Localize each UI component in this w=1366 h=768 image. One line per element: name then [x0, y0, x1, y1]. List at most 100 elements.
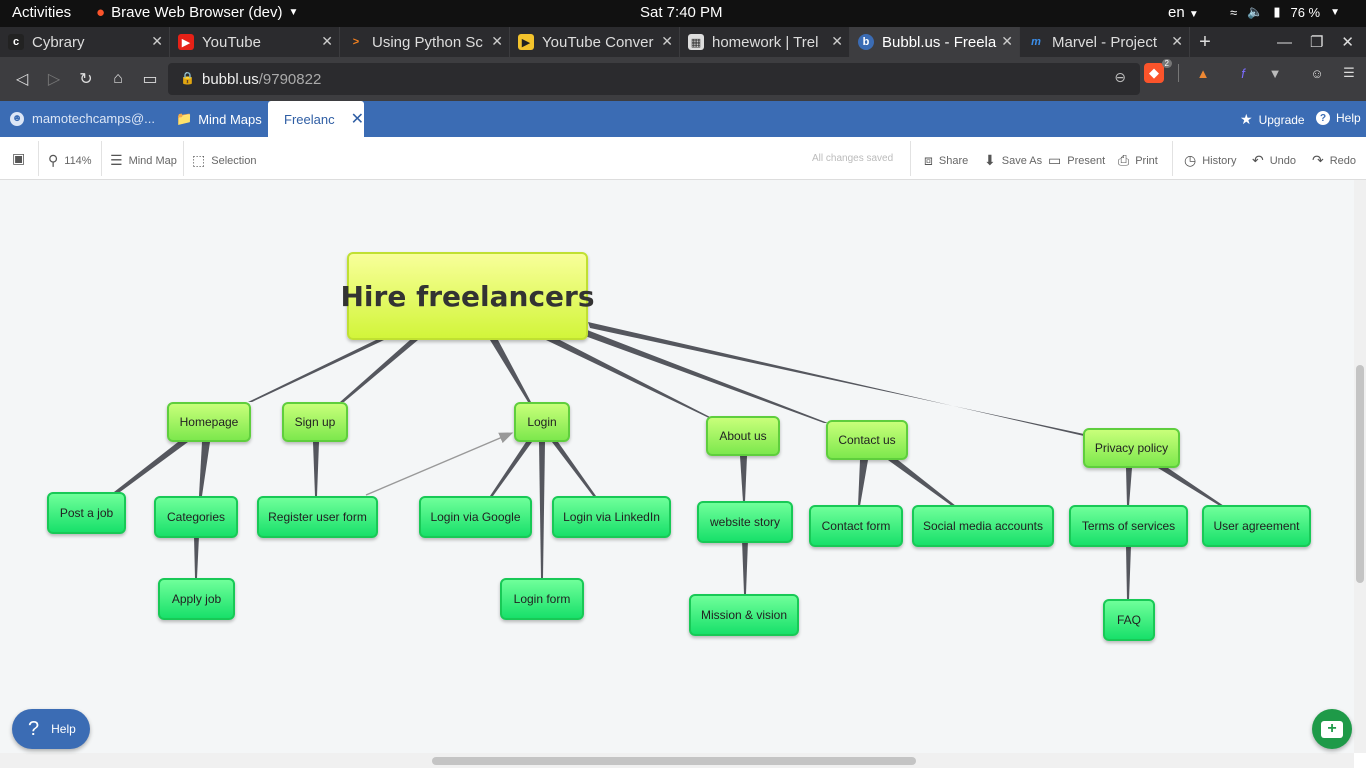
help-floating-button[interactable]: ? Help [12, 709, 90, 749]
url-domain: bubbl.us [202, 70, 259, 88]
bookmark-icon[interactable]: ▭ [134, 63, 166, 95]
activities-button[interactable]: Activities [12, 4, 71, 21]
browser-tab[interactable]: ▶ YouTube Conver ✕ [510, 27, 680, 57]
mind-map-canvas[interactable]: Hire freelancers Homepage Sign up Login … [0, 180, 1354, 753]
clock[interactable]: Sat 7:40 PM [640, 4, 723, 21]
home-icon[interactable]: ⌂ [102, 63, 134, 95]
node-register-user-form[interactable]: Register user form [257, 496, 378, 538]
profile-icon[interactable]: ☺ [1307, 63, 1327, 83]
language-indicator[interactable]: en ▼ [1168, 4, 1199, 21]
node-contact-form[interactable]: Contact form [809, 505, 903, 547]
history-button[interactable]: ◷ History [1184, 152, 1236, 169]
share-button[interactable]: ⧈ Share [924, 152, 968, 169]
browser-tab[interactable]: > Using Python Sc ✕ [340, 27, 510, 57]
node-login-via-linkedin[interactable]: Login via LinkedIn [552, 496, 671, 538]
question-icon: ? [28, 717, 40, 740]
selection-button[interactable]: ⬚ Selection [192, 152, 257, 169]
node-faq[interactable]: FAQ [1103, 599, 1155, 641]
zoom-button[interactable]: ⚲ 114% [48, 152, 92, 169]
menu-icon[interactable]: ☰ [1339, 63, 1359, 83]
close-icon[interactable]: ✕ [661, 33, 673, 50]
node-about-us[interactable]: About us [706, 416, 780, 456]
browser-tab[interactable]: c Cybrary ✕ [0, 27, 170, 57]
document-tab[interactable]: Freelanc ✕ [268, 101, 364, 137]
cross-link-arrow[interactable] [365, 432, 514, 496]
forward-icon[interactable]: ▷ [38, 63, 70, 95]
close-icon[interactable]: ✕ [831, 33, 843, 50]
node-social-media-accounts[interactable]: Social media accounts [912, 505, 1054, 547]
share-label: Share [938, 154, 969, 167]
user-icon: ☻ [10, 111, 24, 126]
close-icon[interactable]: ✕ [351, 109, 364, 129]
vue-devtools-icon[interactable]: ▼ [1265, 63, 1285, 83]
connector [340, 340, 418, 402]
horizontal-scroll-thumb[interactable] [432, 757, 916, 765]
node-mission-vision[interactable]: Mission & vision [689, 594, 799, 636]
brave-rewards-icon[interactable]: ▲ [1193, 63, 1213, 83]
back-icon[interactable]: ◁ [6, 63, 38, 95]
mind-map-root-node[interactable]: Hire freelancers [340, 252, 595, 340]
close-icon[interactable]: ✕ [1001, 33, 1013, 50]
url-path: /9790822 [258, 70, 322, 88]
node-login-form[interactable]: Login form [500, 578, 584, 620]
node-sign-up[interactable]: Sign up [282, 402, 348, 442]
lock-icon[interactable]: 🔒 [180, 71, 195, 85]
marvel-icon: m [1031, 36, 1041, 48]
connector [574, 328, 828, 423]
app-header: ☻ mamotechcamps@... 📁 Mind Maps Freelanc… [0, 101, 1366, 137]
brave-shields-icon[interactable]: ◆ 2 [1144, 59, 1172, 83]
close-icon[interactable]: ✕ [321, 33, 333, 50]
url-bar[interactable]: 🔒 bubbl.us/9790822 ⊖ [168, 63, 1140, 95]
zoom-out-icon[interactable]: ⊖ [1114, 69, 1126, 86]
close-icon[interactable]: ✕ [1171, 33, 1183, 50]
close-icon[interactable]: ✕ [151, 33, 163, 50]
mind-map-mode-button[interactable]: ☰ Mind Map [110, 152, 177, 169]
minimize-icon[interactable]: — [1277, 34, 1292, 51]
fireship-icon[interactable]: f [1233, 63, 1253, 83]
node-homepage[interactable]: Homepage [167, 402, 251, 442]
help-link[interactable]: ? Help [1316, 111, 1361, 125]
node-post-a-job[interactable]: Post a job [47, 492, 126, 534]
app-menu[interactable]: ● Brave Web Browser (dev) ▼ [96, 4, 298, 21]
account-menu[interactable]: ☻ mamotechcamps@... [10, 111, 155, 126]
divider [1178, 64, 1179, 82]
undo-button[interactable]: ↶ Undo [1252, 152, 1296, 169]
fit-to-screen-button[interactable]: ▣ [12, 150, 25, 167]
zoom-level: 114% [64, 154, 92, 167]
vertical-scroll-thumb[interactable] [1356, 365, 1364, 583]
node-login-via-google[interactable]: Login via Google [419, 496, 532, 538]
tab-title: Using Python Sc [372, 33, 483, 51]
redo-button[interactable]: ↷ Redo [1312, 152, 1356, 169]
system-status-menu[interactable]: ≈ 🔈 ▮ 76 % ▼ [1230, 4, 1340, 20]
browser-tab-active[interactable]: b Bubbl.us - Freela ✕ [850, 27, 1020, 57]
print-button[interactable]: ⎙ Print [1118, 152, 1158, 169]
horizontal-scrollbar[interactable] [0, 753, 1354, 768]
wifi-icon: ≈ [1230, 4, 1238, 20]
add-node-button[interactable]: + [1312, 709, 1352, 749]
node-categories[interactable]: Categories [154, 496, 238, 538]
new-tab-button[interactable]: + [1190, 27, 1220, 57]
browser-tab[interactable]: m Marvel - Project ✕ [1020, 27, 1190, 57]
node-privacy-policy[interactable]: Privacy policy [1083, 428, 1180, 468]
node-login[interactable]: Login [514, 402, 570, 442]
connector [199, 442, 210, 496]
close-icon[interactable]: ✕ [491, 33, 503, 50]
undo-icon: ↶ [1252, 152, 1264, 168]
mind-maps-link[interactable]: 📁 Mind Maps [176, 111, 262, 127]
node-user-agreement[interactable]: User agreement [1202, 505, 1311, 547]
upgrade-button[interactable]: ★ Upgrade [1240, 111, 1305, 128]
node-contact-us[interactable]: Contact us [826, 420, 908, 460]
maximize-icon[interactable]: ❐ [1310, 33, 1323, 51]
node-apply-job[interactable]: Apply job [158, 578, 235, 620]
vertical-scrollbar[interactable] [1354, 180, 1366, 753]
present-button[interactable]: ▭ Present [1048, 152, 1105, 169]
close-window-icon[interactable]: ✕ [1341, 33, 1354, 51]
save-as-button[interactable]: ⬇ Save As [984, 152, 1042, 169]
node-terms-of-services[interactable]: Terms of services [1069, 505, 1188, 547]
node-website-story[interactable]: website story [697, 501, 793, 543]
browser-tab[interactable]: ▦ homework | Trel ✕ [680, 27, 850, 57]
print-label: Print [1135, 154, 1158, 167]
browser-tab[interactable]: ▶ YouTube ✕ [170, 27, 340, 57]
reload-icon[interactable]: ↻ [70, 63, 102, 95]
connector [588, 322, 1084, 436]
